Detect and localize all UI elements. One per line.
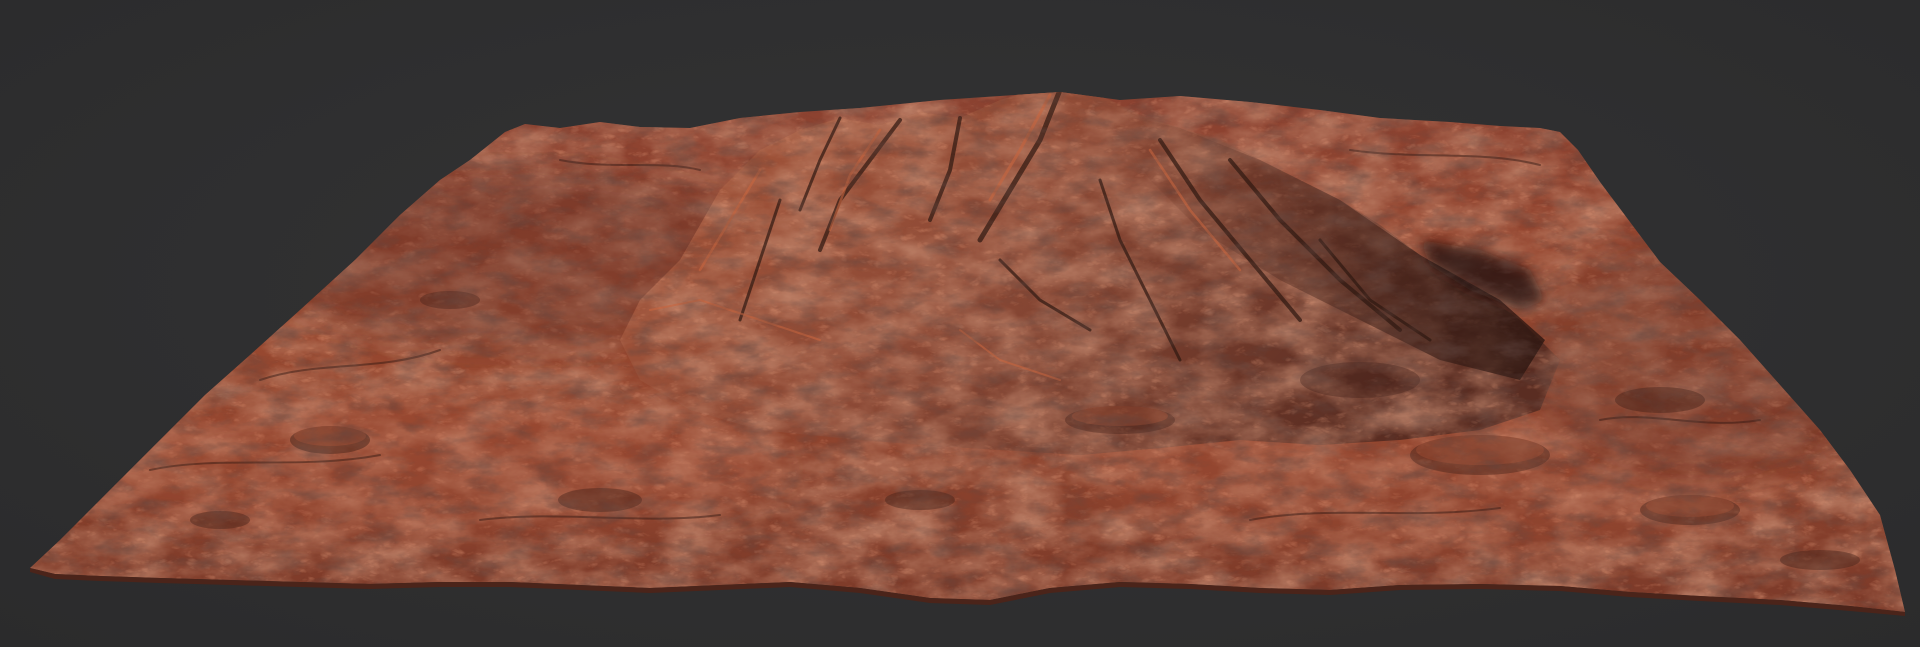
3d-viewport[interactable]	[0, 0, 1920, 647]
terrain-render	[30, 92, 1905, 616]
